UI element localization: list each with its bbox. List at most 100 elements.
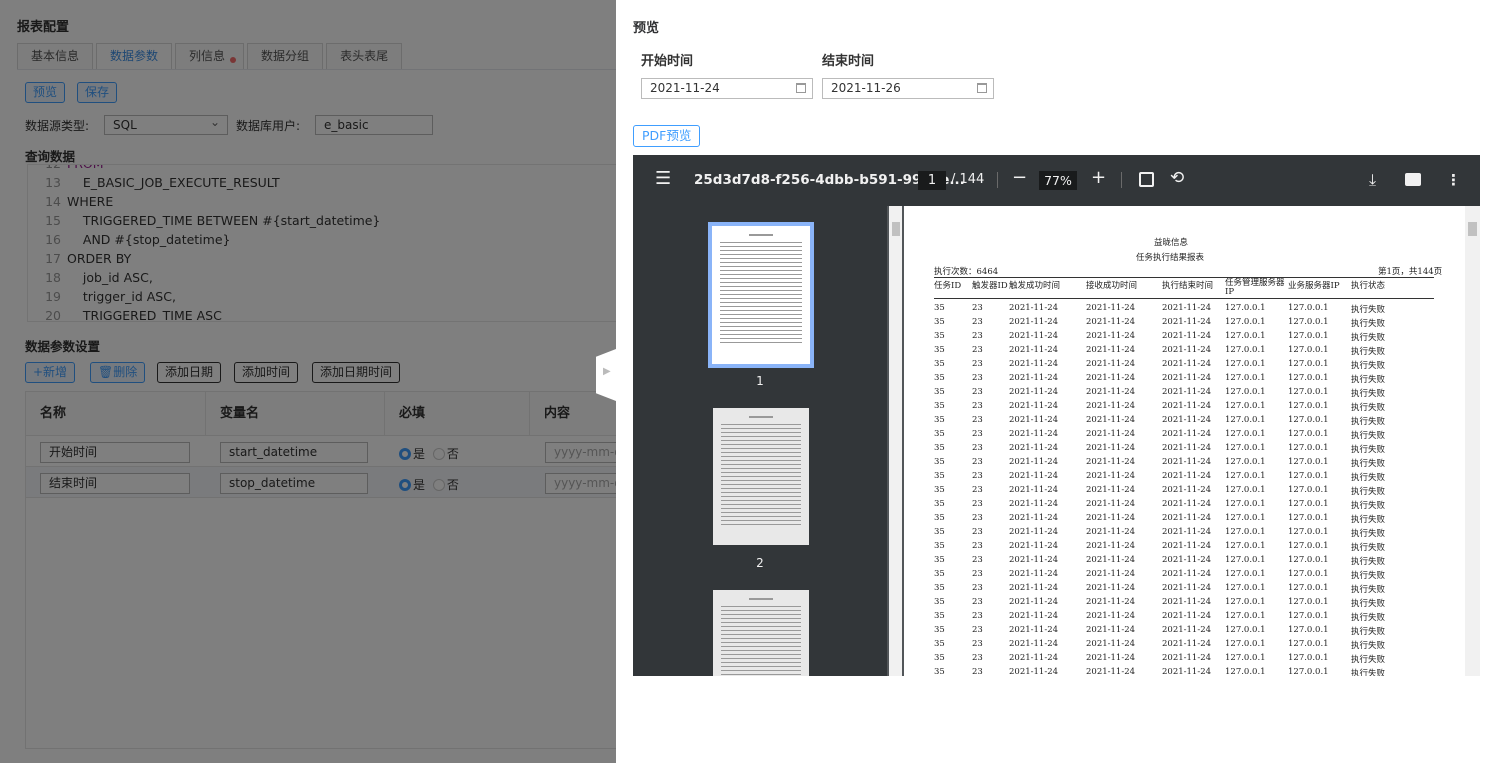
calendar-icon[interactable]: [796, 83, 806, 93]
doc-column-header: 执行结束时间: [1162, 281, 1214, 291]
doc-cell: 35: [934, 499, 945, 509]
page-thumbnail-2[interactable]: [713, 408, 809, 545]
doc-cell: 127.0.0.1: [1225, 513, 1266, 523]
doc-cell: 127.0.0.1: [1225, 541, 1266, 551]
doc-cell: 23: [972, 345, 983, 355]
doc-exec-count: 执行次数：6464: [934, 267, 999, 277]
drawer-collapse-handle[interactable]: ▶: [596, 349, 616, 401]
doc-cell: 23: [972, 569, 983, 579]
doc-cell: 执行失败: [1351, 333, 1386, 343]
doc-cell: 2021-11-24: [1086, 639, 1136, 649]
doc-cell: 127.0.0.1: [1225, 555, 1266, 565]
doc-cell: 127.0.0.1: [1288, 513, 1329, 523]
doc-cell: 执行失败: [1351, 669, 1386, 676]
thumbnail-sidebar: 1 2: [633, 206, 902, 676]
start-time-label: 开始时间: [641, 54, 694, 69]
doc-cell: 2021-11-24: [1009, 359, 1059, 369]
doc-cell: 127.0.0.1: [1288, 667, 1329, 676]
doc-cell: 35: [934, 527, 945, 537]
doc-cell: 35: [934, 429, 945, 439]
zoom-in-icon[interactable]: +: [1091, 168, 1106, 188]
doc-cell: 2021-11-24: [1009, 345, 1059, 355]
doc-cell: 执行失败: [1351, 375, 1386, 385]
doc-cell: 35: [934, 471, 945, 481]
doc-cell: 35: [934, 303, 945, 313]
pdf-page: 益昽信息 任务执行结果报表 执行次数：6464 第1页，共144页 任务ID 触发…: [904, 206, 1465, 676]
doc-cell: 35: [934, 359, 945, 369]
zoom-out-icon[interactable]: −: [1012, 168, 1027, 188]
page-number-input[interactable]: 1: [918, 171, 946, 190]
end-date-value: 2021-11-26: [831, 81, 901, 95]
start-date-input[interactable]: 2021-11-24: [641, 78, 813, 99]
menu-icon[interactable]: ☰: [655, 169, 671, 189]
doc-cell: 35: [934, 555, 945, 565]
preview-drawer: 预览 开始时间 结束时间 2021-11-24 2021-11-26 PDF预览…: [616, 0, 1500, 763]
doc-cell: 2021-11-24: [1086, 653, 1136, 663]
doc-cell: 35: [934, 345, 945, 355]
doc-cell: 127.0.0.1: [1225, 331, 1266, 341]
doc-cell: 127.0.0.1: [1225, 303, 1266, 313]
doc-cell: 127.0.0.1: [1288, 359, 1329, 369]
doc-cell: 127.0.0.1: [1288, 583, 1329, 593]
doc-cell: 2021-11-24: [1009, 653, 1059, 663]
doc-cell: 127.0.0.1: [1288, 331, 1329, 341]
doc-cell: 执行失败: [1351, 627, 1386, 637]
doc-cell: 127.0.0.1: [1288, 345, 1329, 355]
doc-cell: 执行失败: [1351, 319, 1386, 329]
calendar-icon[interactable]: [977, 83, 987, 93]
doc-cell: 23: [972, 597, 983, 607]
doc-cell: 2021-11-24: [1009, 555, 1059, 565]
doc-cell: 127.0.0.1: [1225, 499, 1266, 509]
doc-column-header: 任务ID: [934, 281, 962, 291]
doc-cell: 2021-11-24: [1009, 303, 1059, 313]
page-thumbnail-3[interactable]: [713, 590, 809, 676]
rotate-icon[interactable]: ⟲: [1170, 168, 1184, 188]
doc-cell: 35: [934, 443, 945, 453]
doc-cell: 23: [972, 317, 983, 327]
doc-cell: 127.0.0.1: [1225, 485, 1266, 495]
doc-cell: 2021-11-24: [1086, 583, 1136, 593]
page-thumbnail-1[interactable]: [708, 222, 814, 368]
page-scrollbar[interactable]: [1465, 206, 1480, 676]
doc-cell: 执行失败: [1351, 655, 1386, 665]
print-icon[interactable]: [1405, 173, 1421, 186]
modal-overlay[interactable]: [0, 0, 616, 763]
doc-cell: 2021-11-24: [1086, 373, 1136, 383]
sidebar-scrollbar[interactable]: [889, 206, 902, 676]
doc-cell: 2021-11-24: [1162, 387, 1212, 397]
doc-cell: 127.0.0.1: [1225, 457, 1266, 467]
doc-cell: 2021-11-24: [1162, 345, 1212, 355]
doc-cell: 23: [972, 401, 983, 411]
doc-cell: 23: [972, 415, 983, 425]
doc-cell: 2021-11-24: [1086, 317, 1136, 327]
pdf-viewer: ☰ 25d3d7d8-f256-4dbb-b591-9926e... 1 / 1…: [633, 155, 1480, 676]
doc-cell: 2021-11-24: [1009, 611, 1059, 621]
doc-cell: 2021-11-24: [1009, 387, 1059, 397]
doc-cell: 127.0.0.1: [1288, 373, 1329, 383]
doc-cell: 2021-11-24: [1162, 527, 1212, 537]
doc-cell: 23: [972, 457, 983, 467]
doc-cell: 127.0.0.1: [1288, 443, 1329, 453]
doc-page-info: 第1页，共144页: [1378, 267, 1443, 277]
doc-cell: 执行失败: [1351, 459, 1386, 469]
doc-cell: 执行失败: [1351, 613, 1386, 623]
doc-cell: 2021-11-24: [1162, 415, 1212, 425]
doc-cell: 执行失败: [1351, 585, 1386, 595]
more-options-icon[interactable]: ⋮: [1446, 170, 1461, 190]
doc-cell: 2021-11-24: [1009, 541, 1059, 551]
doc-cell: 2021-11-24: [1009, 499, 1059, 509]
end-date-input[interactable]: 2021-11-26: [822, 78, 994, 99]
doc-column-header: 触发成功时间: [1009, 281, 1061, 291]
doc-cell: 127.0.0.1: [1288, 611, 1329, 621]
pdf-preview-button[interactable]: PDF预览: [633, 125, 701, 147]
download-icon[interactable]: ⤓: [1369, 170, 1376, 190]
zoom-level-input[interactable]: 77%: [1039, 171, 1077, 190]
doc-cell: 执行失败: [1351, 599, 1386, 609]
doc-cell: 127.0.0.1: [1225, 387, 1266, 397]
doc-cell: 127.0.0.1: [1288, 415, 1329, 425]
fit-page-icon[interactable]: [1139, 172, 1154, 187]
doc-cell: 执行失败: [1351, 431, 1386, 441]
doc-cell: 35: [934, 415, 945, 425]
doc-cell: 127.0.0.1: [1225, 597, 1266, 607]
doc-cell: 2021-11-24: [1162, 485, 1212, 495]
